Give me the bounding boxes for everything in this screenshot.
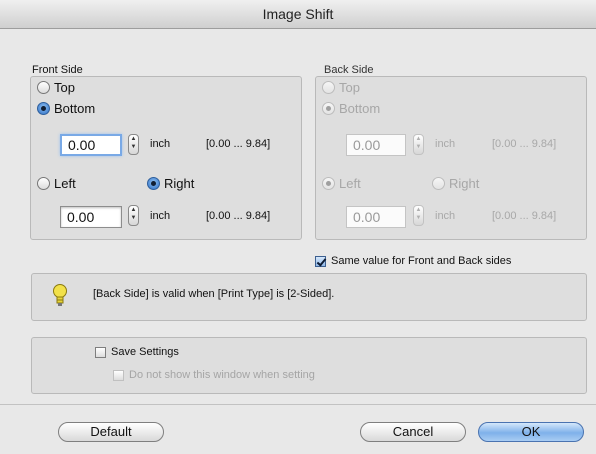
image-shift-dialog: Image Shift Front Side Top Bottom 0.00 ▲… [0, 0, 596, 454]
checkbox-icon [113, 369, 124, 381]
front-vertical-unit: inch [150, 138, 171, 150]
back-bottom-radio[interactable]: Bottom [322, 101, 380, 116]
same-value-label: Same value for Front and Back sides [331, 255, 512, 267]
footer-divider [0, 404, 596, 405]
front-right-label: Right [164, 176, 195, 191]
front-bottom-label: Bottom [54, 101, 96, 116]
radio-icon [322, 81, 335, 94]
checkbox-icon [95, 346, 106, 358]
back-left-label: Left [339, 176, 361, 191]
checkbox-checked-icon [315, 255, 326, 267]
ok-button[interactable]: OK [478, 422, 584, 442]
radio-icon [37, 81, 50, 94]
dont-show-label: Do not show this window when setting [129, 369, 315, 381]
back-left-radio[interactable]: Left [322, 176, 361, 191]
back-side-label: Back Side [324, 64, 374, 76]
front-bottom-radio[interactable]: Bottom [37, 101, 95, 116]
front-left-label: Left [54, 176, 76, 191]
back-horizontal-range: [0.00 ... 9.84] [492, 210, 557, 222]
front-vertical-stepper[interactable]: ▲ ▼ [128, 134, 139, 155]
front-right-radio[interactable]: Right [147, 176, 194, 191]
radio-selected-icon [37, 102, 50, 115]
back-horizontal-input[interactable]: 0.00 [346, 206, 406, 228]
radio-icon [37, 177, 50, 190]
radio-selected-icon [322, 102, 335, 115]
front-horizontal-stepper[interactable]: ▲ ▼ [128, 205, 139, 226]
front-left-radio[interactable]: Left [37, 176, 76, 191]
front-side-label: Front Side [32, 64, 83, 76]
front-vertical-range: [0.00 ... 9.84] [206, 138, 271, 150]
back-vertical-unit: inch [435, 138, 456, 150]
back-top-label: Top [339, 80, 360, 95]
radio-selected-icon [322, 177, 335, 190]
front-horizontal-input[interactable]: 0.00 [60, 206, 122, 228]
back-horizontal-unit: inch [435, 210, 456, 222]
back-vertical-range: [0.00 ... 9.84] [492, 138, 557, 150]
save-settings-checkbox[interactable]: Save Settings [95, 346, 179, 358]
front-vertical-input[interactable]: 0.00 [60, 134, 122, 156]
radio-icon [432, 177, 445, 190]
window-title: Image Shift [0, 0, 596, 29]
back-bottom-label: Bottom [339, 101, 381, 116]
dont-show-checkbox[interactable]: Do not show this window when setting [113, 369, 315, 381]
default-button[interactable]: Default [58, 422, 164, 442]
save-settings-label: Save Settings [111, 346, 179, 358]
info-text: [Back Side] is valid when [Print Type] i… [93, 288, 335, 300]
radio-selected-icon [147, 177, 160, 190]
cancel-button[interactable]: Cancel [360, 422, 466, 442]
front-horizontal-range: [0.00 ... 9.84] [206, 210, 271, 222]
same-value-checkbox[interactable]: Same value for Front and Back sides [315, 255, 511, 267]
back-horizontal-stepper[interactable]: ▲ ▼ [413, 205, 424, 226]
lightbulb-icon [53, 284, 67, 306]
back-vertical-stepper[interactable]: ▲ ▼ [413, 134, 424, 155]
back-top-radio[interactable]: Top [322, 80, 360, 95]
front-top-label: Top [54, 80, 75, 95]
back-vertical-input[interactable]: 0.00 [346, 134, 406, 156]
front-horizontal-unit: inch [150, 210, 171, 222]
back-right-radio[interactable]: Right [432, 176, 479, 191]
front-top-radio[interactable]: Top [37, 80, 75, 95]
back-right-label: Right [449, 176, 480, 191]
